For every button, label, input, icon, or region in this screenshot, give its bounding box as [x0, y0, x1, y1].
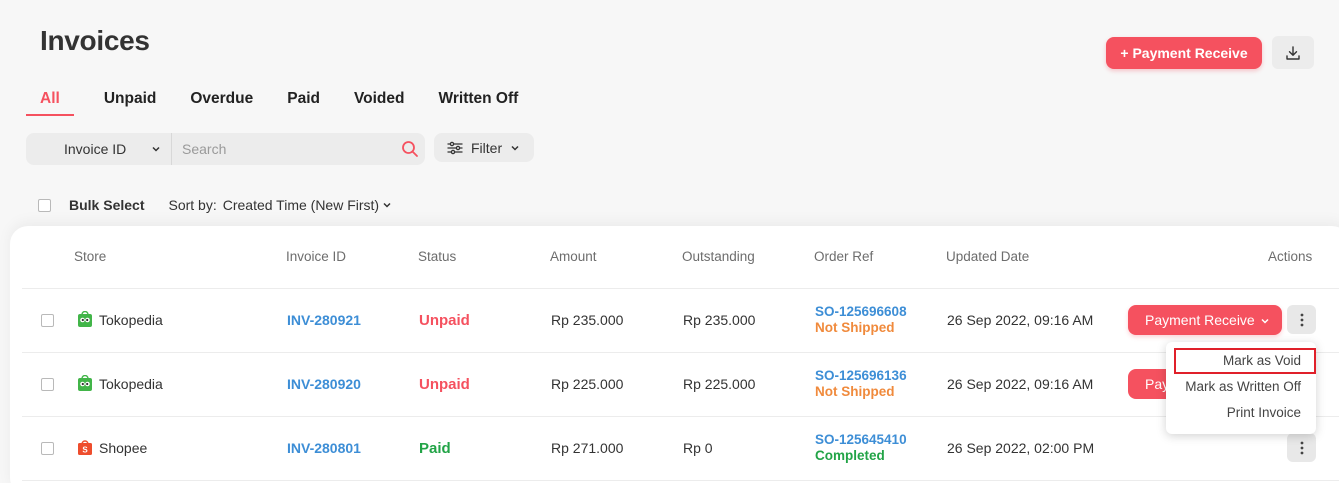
- column-header-actions: Actions: [1268, 249, 1313, 264]
- table-row: S Shopee INV-280801 Paid Rp 271.000 Rp 0…: [10, 417, 1339, 481]
- invoice-id-link[interactable]: INV-280921: [287, 312, 361, 328]
- table-row: Tokopedia INV-280920 Unpaid Rp 225.000 R…: [10, 353, 1339, 417]
- sliders-icon: [447, 141, 463, 154]
- invoice-id-link[interactable]: INV-280920: [287, 376, 361, 392]
- status-badge: Paid: [419, 440, 451, 457]
- chevron-down-icon: [152, 146, 160, 152]
- column-header-updated-date: Updated Date: [946, 249, 1030, 264]
- bulk-select-checkbox[interactable]: [38, 198, 51, 212]
- sort-select[interactable]: Created Time (New First): [223, 197, 379, 213]
- menu-item-mark-as-void[interactable]: Mark as Void: [1174, 348, 1316, 374]
- column-header-status: Status: [418, 249, 457, 264]
- order-status: Not Shipped: [815, 320, 895, 335]
- list-toolbar: Bulk Select Sort by: Created Time (New F…: [38, 196, 392, 214]
- search-type-select[interactable]: Invoice ID: [26, 133, 172, 165]
- svg-text:S: S: [82, 446, 88, 455]
- column-header-invoice-id: Invoice ID: [286, 249, 347, 264]
- invoice-id-link[interactable]: INV-280801: [287, 440, 361, 456]
- order-status: Not Shipped: [815, 384, 895, 399]
- download-button[interactable]: [1272, 36, 1314, 69]
- outstanding: Rp 0: [683, 440, 713, 456]
- row-checkbox[interactable]: [41, 378, 54, 391]
- amount: Rp 225.000: [551, 376, 624, 392]
- kebab-menu-icon: [1300, 313, 1303, 326]
- store-name: Shopee: [99, 440, 148, 456]
- updated-date: 26 Sep 2022, 09:16 AM: [947, 312, 1094, 328]
- download-icon: [1286, 45, 1300, 60]
- menu-item-print-invoice[interactable]: Print Invoice: [1166, 400, 1316, 426]
- tab-written-off[interactable]: Written Off: [439, 84, 519, 116]
- search-icon[interactable]: [395, 133, 425, 165]
- payment-receive-row-label: Pay: [1145, 376, 1168, 392]
- search-type-label: Invoice ID: [64, 141, 127, 157]
- tokopedia-logo-icon: [78, 311, 92, 327]
- updated-date: 26 Sep 2022, 09:16 AM: [947, 376, 1094, 392]
- row-checkbox[interactable]: [41, 442, 54, 455]
- order-ref-link[interactable]: SO-125696608: [815, 304, 907, 319]
- updated-date: 26 Sep 2022, 02:00 PM: [947, 440, 1095, 456]
- search-input[interactable]: [172, 133, 395, 165]
- kebab-menu-icon: [1300, 441, 1303, 454]
- status-badge: Unpaid: [419, 376, 470, 393]
- amount: Rp 235.000: [551, 312, 624, 328]
- order-ref-link[interactable]: SO-125696136: [815, 368, 907, 383]
- row-checkbox[interactable]: [41, 314, 54, 327]
- payment-receive-row-button[interactable]: Payment Receive: [1128, 305, 1282, 335]
- payment-receive-row-button[interactable]: Pay: [1128, 369, 1168, 399]
- column-header-amount: Amount: [550, 249, 597, 264]
- tab-overdue[interactable]: Overdue: [190, 84, 253, 116]
- more-actions-menu: Mark as Void Mark as Written Off Print I…: [1166, 342, 1316, 434]
- tab-all[interactable]: All: [26, 84, 74, 116]
- chevron-down-icon: [511, 145, 519, 151]
- payment-receive-button[interactable]: + Payment Receive: [1106, 37, 1262, 69]
- invoice-tabs: All Unpaid Overdue Paid Voided Written O…: [26, 84, 552, 118]
- filter-button[interactable]: Filter: [434, 133, 534, 162]
- column-header-store: Store: [74, 249, 107, 264]
- order-status: Completed: [815, 448, 885, 463]
- row-divider: [22, 480, 1339, 481]
- outstanding: Rp 225.000: [683, 376, 756, 392]
- payment-receive-row-label: Payment Receive: [1145, 312, 1255, 328]
- search-bar: Invoice ID: [26, 133, 425, 165]
- column-header-order-ref: Order Ref: [814, 249, 874, 264]
- shopee-logo-icon: S: [78, 440, 92, 455]
- store-name: Tokopedia: [99, 376, 163, 392]
- tokopedia-logo-icon: [78, 375, 92, 391]
- outstanding: Rp 235.000: [683, 312, 756, 328]
- store-name: Tokopedia: [99, 312, 163, 328]
- bulk-select-label[interactable]: Bulk Select: [69, 197, 144, 213]
- order-ref-link[interactable]: SO-125645410: [815, 432, 907, 447]
- tab-paid[interactable]: Paid: [287, 84, 320, 116]
- table-row: Tokopedia INV-280921 Unpaid Rp 235.000 R…: [10, 289, 1339, 353]
- status-badge: Unpaid: [419, 312, 470, 329]
- sort-label: Sort by:: [168, 197, 217, 213]
- more-actions-button[interactable]: [1287, 305, 1316, 334]
- tab-unpaid[interactable]: Unpaid: [104, 84, 157, 116]
- page-title: Invoices: [40, 25, 150, 56]
- more-actions-button[interactable]: [1287, 433, 1316, 462]
- amount: Rp 271.000: [551, 440, 624, 456]
- menu-item-mark-as-written-off[interactable]: Mark as Written Off: [1166, 374, 1316, 400]
- chevron-down-icon: [1261, 318, 1269, 324]
- filter-label: Filter: [471, 139, 503, 156]
- column-header-outstanding: Outstanding: [682, 249, 755, 264]
- tab-voided[interactable]: Voided: [354, 84, 405, 116]
- chevron-down-icon[interactable]: [382, 200, 392, 210]
- invoice-table: Store Invoice ID Status Amount Outstandi…: [10, 226, 1339, 483]
